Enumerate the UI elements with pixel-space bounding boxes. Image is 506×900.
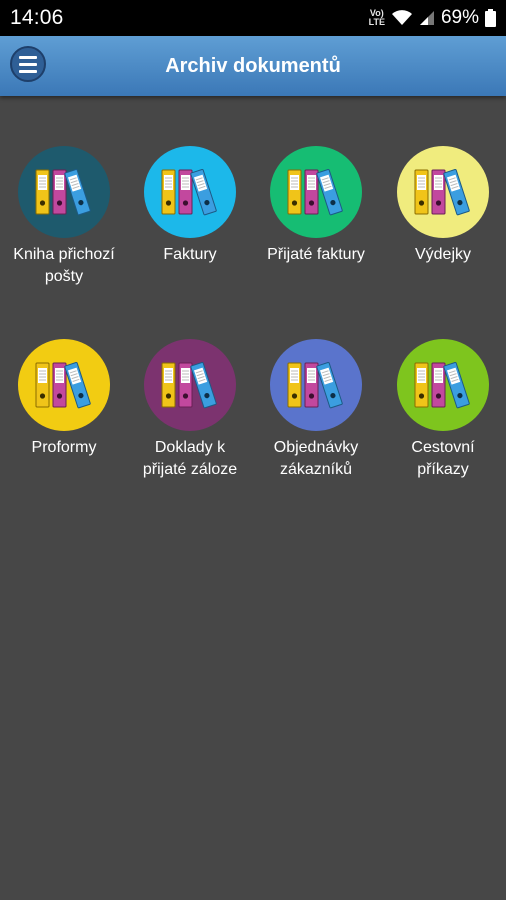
document-category-tile[interactable]: Kniha přichozí pošty [1, 146, 127, 288]
document-binders-icon [35, 168, 91, 216]
category-label: Přijaté faktury [267, 246, 365, 263]
status-bar: 14:06 Vo) LTE 69% [0, 0, 506, 36]
document-category-tile[interactable]: Cestovní příkazy [380, 339, 506, 481]
category-label: Faktury [163, 246, 217, 263]
document-category-tile[interactable]: Proformy [1, 339, 127, 459]
document-binders-icon [414, 361, 470, 409]
category-circle [270, 146, 362, 238]
category-circle [270, 339, 362, 431]
category-circle [397, 339, 489, 431]
document-category-tile[interactable]: Výdejky [380, 146, 506, 266]
category-label: Proformy [31, 439, 97, 456]
document-binders-icon [414, 168, 470, 216]
category-label: Výdejky [414, 246, 472, 263]
document-category-tile[interactable]: Objednávky zákazníků [253, 339, 379, 481]
status-time: 14:06 [10, 6, 64, 29]
battery-icon [485, 9, 496, 27]
document-binders-icon [35, 361, 91, 409]
category-circle [18, 146, 110, 238]
category-circle [397, 146, 489, 238]
document-binders-icon [287, 361, 343, 409]
category-label: Doklady k přijaté záloze [142, 439, 238, 478]
category-label: Cestovní příkazy [411, 439, 475, 478]
category-label: Objednávky zákazníků [273, 439, 359, 478]
hamburger-menu-icon [19, 55, 37, 59]
category-label: Kniha přichozí pošty [13, 246, 115, 285]
signal-icon [419, 11, 434, 25]
battery-percent: 69% [440, 7, 479, 28]
menu-button[interactable] [10, 46, 46, 82]
app-bar: Archiv dokumentů [0, 36, 506, 96]
category-circle [18, 339, 110, 431]
category-circle [144, 339, 236, 431]
document-category-tile[interactable]: Faktury [127, 146, 253, 266]
document-binders-icon [161, 168, 217, 216]
page-title: Archiv dokumentů [165, 54, 341, 77]
document-binders-icon [287, 168, 343, 216]
status-icons: Vo) LTE 69% [369, 7, 496, 29]
document-binders-icon [161, 361, 217, 409]
document-category-tile[interactable]: Doklady k přijaté záloze [127, 339, 253, 481]
wifi-icon [391, 10, 412, 25]
category-circle [144, 146, 236, 238]
document-category-tile[interactable]: Přijaté faktury [253, 146, 379, 266]
volte-indicator: Vo) LTE [368, 8, 385, 27]
